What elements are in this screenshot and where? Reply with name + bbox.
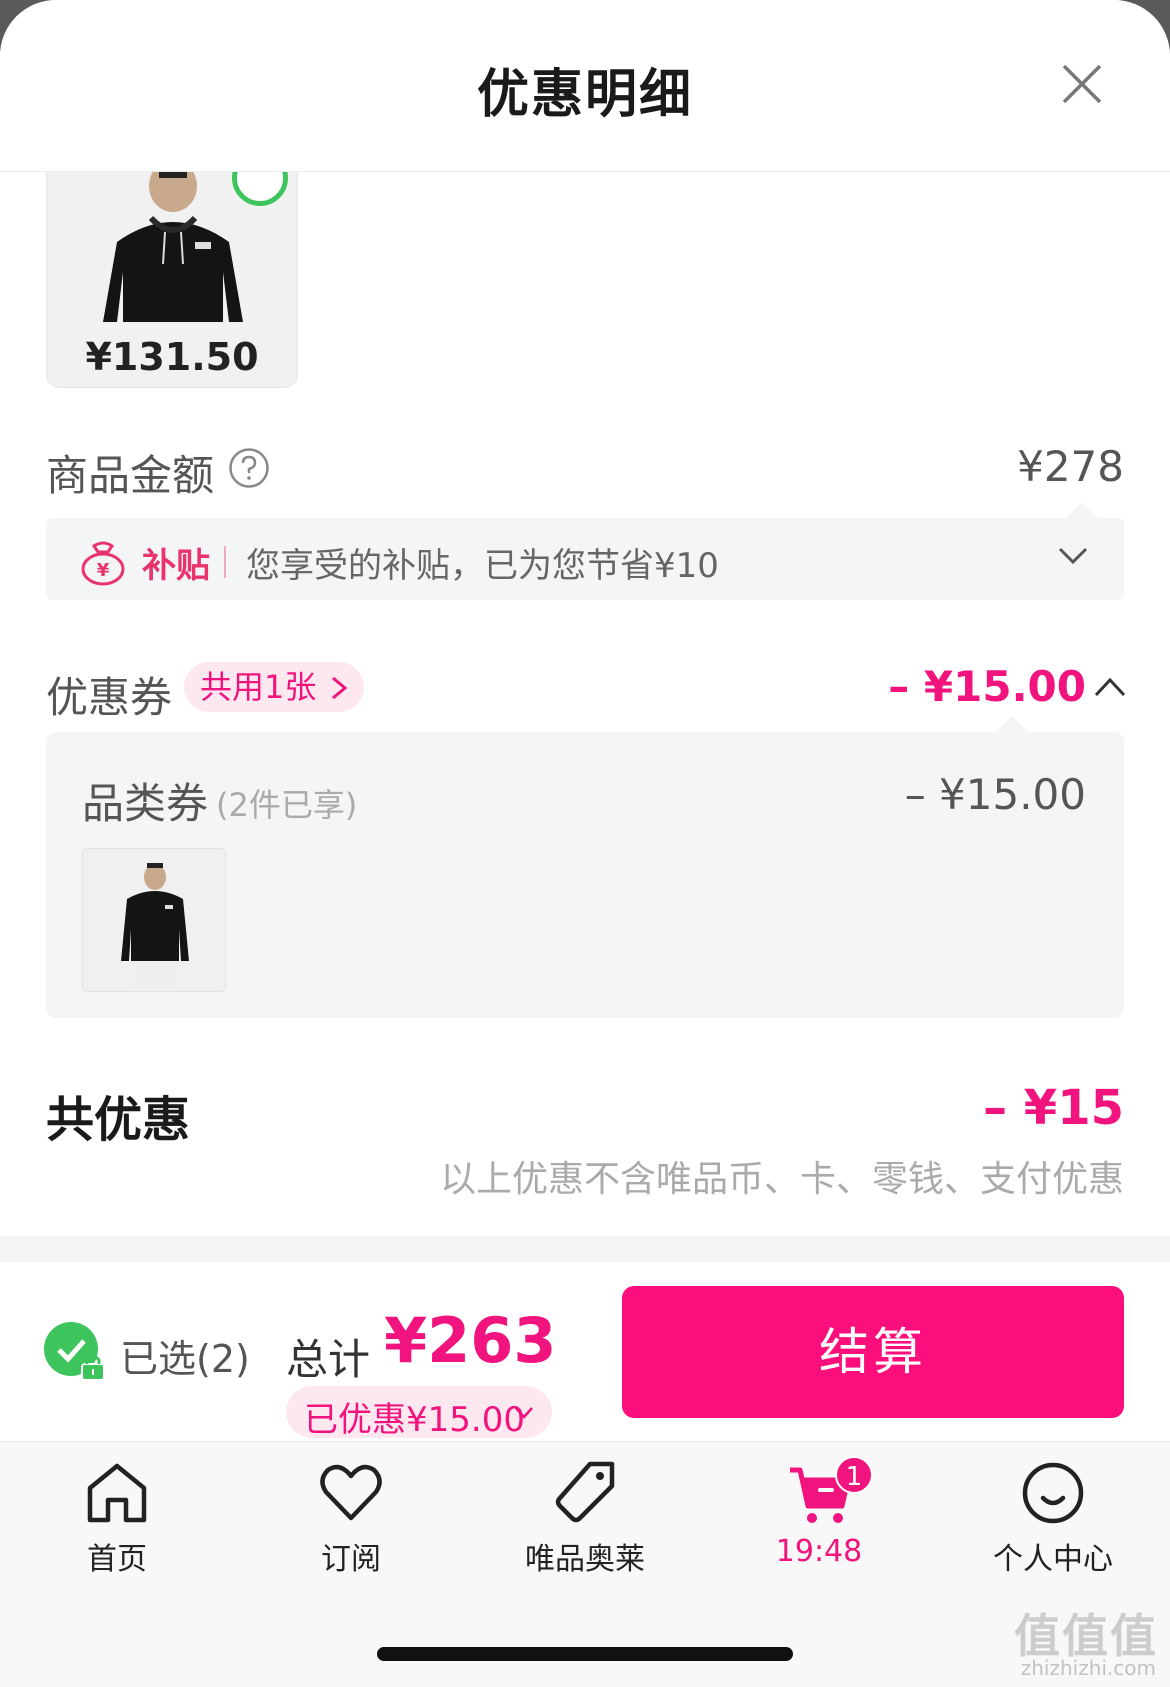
chevron-down-icon[interactable] xyxy=(1058,546,1088,566)
heart-icon xyxy=(320,1464,382,1521)
discount-detail-sheet: 优惠明细 ¥131.50 商品金额 ¥278 ¥ 补贴 您享受的补贴，已为您节省… xyxy=(0,0,1170,1687)
tab-cart-label: 19:48 xyxy=(775,1534,863,1569)
tab-outlet-label: 唯品奥莱 xyxy=(525,1542,645,1577)
discount-disclaimer: 以上优惠不含唯品币、卡、零钱、支付优惠 xyxy=(439,1159,1124,1200)
product-price: ¥131.50 xyxy=(85,335,259,379)
category-coupon-title: 品类券 xyxy=(82,779,209,828)
coupon-product-thumbnail[interactable] xyxy=(82,848,226,992)
smile-icon xyxy=(1022,1462,1084,1524)
subsidy-bar[interactable]: ¥ 补贴 您享受的补贴，已为您节省¥10 xyxy=(46,502,1124,600)
coupon-detail-box: 品类券 (2件已享) – ¥15.00 xyxy=(46,716,1124,1018)
chevron-right-icon xyxy=(332,676,348,700)
discount-summary-pill[interactable]: 已优惠¥15.00 xyxy=(286,1386,552,1440)
tab-profile-label: 个人中心 xyxy=(993,1542,1113,1577)
goods-amount-label: 商品金额 xyxy=(46,451,215,500)
goods-amount-value: ¥278 xyxy=(1017,442,1124,491)
close-icon[interactable] xyxy=(1058,60,1106,108)
coupon-amount: – ¥15.00 xyxy=(888,662,1086,711)
subsidy-text: 您享受的补贴，已为您节省¥10 xyxy=(246,546,719,586)
total-discount-label: 共优惠 xyxy=(46,1092,191,1148)
selected-count: 已选(2) xyxy=(120,1337,250,1381)
tab-home[interactable]: 首页 xyxy=(17,1458,217,1578)
subsidy-tag: 补贴 xyxy=(142,546,210,586)
home-indicator xyxy=(377,1647,793,1661)
sheet-header: 优惠明细 xyxy=(0,0,1170,172)
coupon-label: 优惠券 xyxy=(46,673,173,722)
checkout-button[interactable]: 结算 xyxy=(622,1286,1124,1418)
money-bag-icon: ¥ xyxy=(81,541,125,586)
category-coupon-note: (2件已享) xyxy=(216,786,358,824)
coupon-notch xyxy=(996,716,1028,732)
checkout-bar: 已选(2) 总计 ¥263 已优惠¥15.00 结算 xyxy=(0,1262,1170,1442)
total-discount-amount: – ¥15 xyxy=(983,1080,1124,1136)
total-amount: ¥263 xyxy=(384,1304,557,1377)
subsidy-divider xyxy=(224,546,226,578)
svg-text:¥: ¥ xyxy=(97,560,110,581)
chevron-up-icon[interactable] xyxy=(1094,676,1126,698)
cart-badge: 1 xyxy=(835,1456,873,1494)
tab-home-label: 首页 xyxy=(87,1542,147,1577)
question-icon[interactable] xyxy=(228,447,270,489)
tab-outlet[interactable]: 唯品奥莱 xyxy=(485,1458,685,1578)
coupon-count-text: 共用1张 xyxy=(200,668,317,706)
chevron-down-icon xyxy=(515,1407,533,1419)
lock-icon xyxy=(81,1355,105,1381)
coupon-count-pill[interactable]: 共用1张 xyxy=(184,662,365,712)
total-label: 总计 xyxy=(286,1335,371,1384)
section-divider xyxy=(0,1236,1170,1262)
tag-icon xyxy=(555,1461,615,1523)
home-icon xyxy=(87,1463,147,1523)
subsidy-notch xyxy=(1066,502,1098,518)
tab-profile[interactable]: 个人中心 xyxy=(953,1458,1153,1578)
tab-subscribe-label: 订阅 xyxy=(321,1542,381,1577)
tab-cart[interactable]: 1 19:48 xyxy=(719,1456,919,1578)
hoodie-product-image xyxy=(121,863,189,987)
watermark-url: zhizhizhi.com xyxy=(1020,1656,1156,1680)
tab-subscribe[interactable]: 订阅 xyxy=(251,1458,451,1578)
sheet-title: 优惠明细 xyxy=(476,65,693,125)
discount-summary-text: 已优惠¥15.00 xyxy=(304,1400,525,1440)
category-coupon-amount: – ¥15.00 xyxy=(904,770,1086,819)
